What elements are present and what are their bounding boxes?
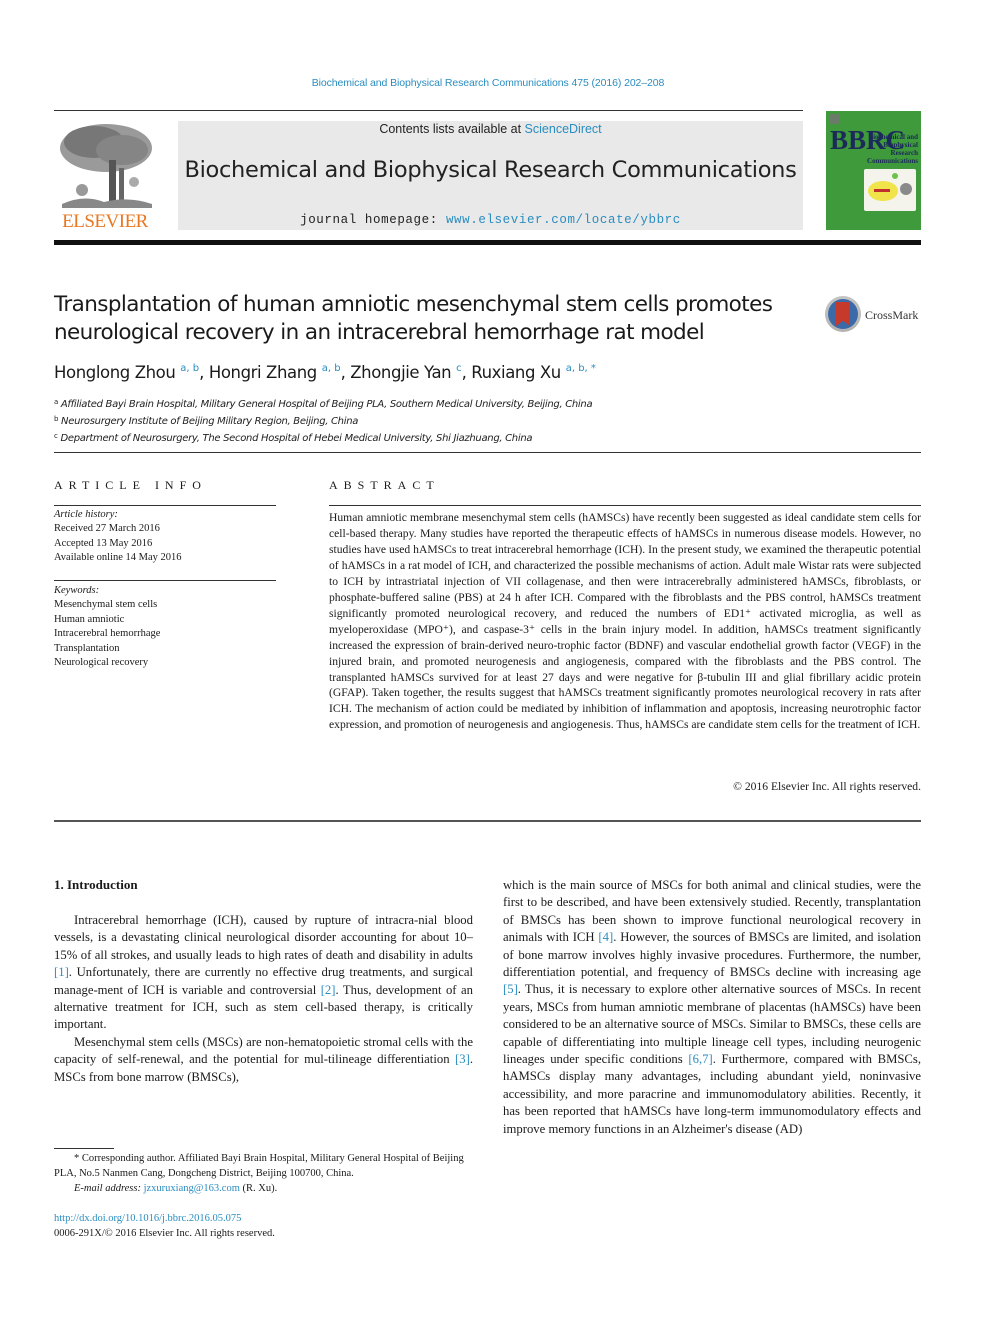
author-affiliation-marker[interactable]: c xyxy=(456,363,462,374)
crossmark-label: CrossMark xyxy=(865,308,919,322)
author-affiliation-marker[interactable]: a, b xyxy=(180,363,199,374)
affiliation-key: a xyxy=(54,398,58,406)
keyword-item: Transplantation xyxy=(54,642,120,654)
affiliation-item: c Department of Neurosurgery, The Second… xyxy=(54,429,592,446)
cover-squiggle-shape xyxy=(874,189,890,192)
journal-homepage-line: journal homepage: www.elsevier.com/locat… xyxy=(178,213,803,227)
article-title: Transplantation of human amniotic mesenc… xyxy=(54,292,773,345)
section-heading-introduction: 1. Introduction xyxy=(54,877,138,892)
crossmark-icon xyxy=(825,296,861,332)
abstract-rule xyxy=(329,505,921,506)
header-top-rule xyxy=(54,110,803,111)
author-name[interactable]: Hongri Zhang xyxy=(209,363,317,382)
cover-title-line: Communications xyxy=(867,157,918,165)
cover-title-line: Biophysical xyxy=(883,141,918,149)
affiliation-item: a Affiliated Bayi Brain Hospital, Milita… xyxy=(54,395,593,412)
doi-link[interactable]: http://dx.doi.org/10.1016/j.bbrc.2016.05… xyxy=(54,1213,241,1224)
email-suffix: (R. Xu). xyxy=(239,1183,278,1194)
affiliation-text: Affiliated Bayi Brain Hospital, Military… xyxy=(60,399,593,410)
citation-link[interactable]: [5] xyxy=(503,982,518,996)
corresponding-author-note: * Corresponding author. Affiliated Bayi … xyxy=(54,1153,464,1179)
body-paragraph: Intracerebral hemorrhage (ICH), caused b… xyxy=(54,912,473,1034)
footnote-rule xyxy=(54,1148,114,1149)
email-label: E-mail address: xyxy=(74,1183,144,1194)
journal-citation-link[interactable]: Biochemical and Biophysical Research Com… xyxy=(0,77,976,89)
cover-title: Biochemical and Biophysical Research Com… xyxy=(858,133,918,165)
body-paragraph: Mesenchymal stem cells (MSCs) are non-he… xyxy=(54,1034,473,1086)
cover-bbrc-letters: BBRC xyxy=(830,125,906,155)
cover-dot-shape xyxy=(892,173,898,179)
keyword-item: Mesenchymal stem cells xyxy=(54,599,158,611)
cover-title-line: Research xyxy=(890,149,918,157)
journal-homepage-link[interactable]: www.elsevier.com/locate/ybbrc xyxy=(446,213,681,227)
sciencedirect-link[interactable]: ScienceDirect xyxy=(525,122,602,136)
journal-cover-thumbnail[interactable]: BBRC Biochemical and Biophysical Researc… xyxy=(826,111,921,230)
keywords-rule xyxy=(54,580,276,581)
body-paragraph: which is the main source of MSCs for bot… xyxy=(503,877,921,1138)
email-note: E-mail address: jzxuruxiang@163.com (R. … xyxy=(54,1181,474,1196)
author-list: Honglong Zhou a, b, Hongri Zhang a, b, Z… xyxy=(54,363,596,382)
citation-link[interactable]: [4] xyxy=(598,930,613,944)
doi-block: http://dx.doi.org/10.1016/j.bbrc.2016.05… xyxy=(54,1211,275,1241)
cover-title-line: Biochemical and xyxy=(868,133,918,141)
body-text: Intracerebral hemorrhage (ICH), caused b… xyxy=(54,913,473,962)
cover-illustration xyxy=(864,169,916,211)
elsevier-wordmark: ELSEVIER xyxy=(62,211,148,232)
affiliation-key: c xyxy=(54,432,58,440)
body-right-column: which is the main source of MSCs for bot… xyxy=(503,877,921,1138)
contents-prefix: Contents lists available at xyxy=(379,122,525,136)
affiliation-key: b xyxy=(54,415,59,423)
history-received: Received 27 March 2016 xyxy=(54,523,160,535)
crossmark-button[interactable]: CrossMark xyxy=(825,296,925,334)
article-history-label: Article history: xyxy=(54,509,118,520)
body-text: Mesenchymal stem cells (MSCs) are non-he… xyxy=(54,1034,473,1067)
journal-name: Biochemical and Biophysical Research Com… xyxy=(184,157,797,183)
contents-line: Contents lists available at ScienceDirec… xyxy=(178,122,803,136)
issn-copyright: 0006-291X/© 2016 Elsevier Inc. All right… xyxy=(54,1228,275,1239)
keyword-item: Neurological recovery xyxy=(54,657,149,669)
history-online: Available online 14 May 2016 xyxy=(54,552,182,564)
author-affiliation-marker[interactable]: a, b xyxy=(322,363,341,374)
citation-link[interactable]: [6,7] xyxy=(688,1052,712,1066)
elsevier-tree-icon xyxy=(54,120,156,210)
elsevier-logo[interactable]: ELSEVIER xyxy=(54,120,156,232)
history-accepted: Accepted 13 May 2016 xyxy=(54,537,153,549)
article-info-heading: ARTICLE INFO xyxy=(54,478,207,492)
affiliation-text: Neurosurgery Institute of Beijing Milita… xyxy=(61,416,359,427)
email-link[interactable]: jzxuruxiang@163.com xyxy=(144,1183,240,1194)
homepage-prefix: journal homepage: xyxy=(300,213,446,227)
author-name[interactable]: Zhongjie Yan xyxy=(350,363,451,382)
affiliation-item: b Neurosurgery Institute of Beijing Mili… xyxy=(54,412,592,429)
cover-elsevier-icon xyxy=(830,114,840,124)
citation-link[interactable]: [1] xyxy=(54,965,69,979)
affiliation-text: Department of Neurosurgery, The Second H… xyxy=(60,433,533,444)
author-name[interactable]: Honglong Zhou xyxy=(54,363,176,382)
abstract-heading: ABSTRACT xyxy=(329,478,440,492)
cover-sphere-shape xyxy=(900,183,912,195)
journal-masthead: Contents lists available at ScienceDirec… xyxy=(178,121,803,230)
article-info-rule xyxy=(54,505,276,506)
body-left-column: Intracerebral hemorrhage (ICH), caused b… xyxy=(54,912,473,1086)
citation-link[interactable]: [2] xyxy=(321,983,336,997)
citation-link[interactable]: [3] xyxy=(455,1052,470,1066)
keyword-item: Intracerebral hemorrhage xyxy=(54,628,161,640)
keywords-label: Keywords: xyxy=(54,585,100,596)
header-thick-rule xyxy=(54,240,921,245)
footnotes: * Corresponding author. Affiliated Bayi … xyxy=(54,1151,474,1196)
abstract-bottom-rule xyxy=(54,820,921,822)
author-name[interactable]: Ruxiang Xu xyxy=(471,363,561,382)
abstract-copyright: © 2016 Elsevier Inc. All rights reserved… xyxy=(733,780,921,793)
section-divider xyxy=(54,452,921,453)
author-affiliation-marker[interactable]: a, b, * xyxy=(566,363,596,374)
abstract-text: Human amniotic membrane mesenchymal stem… xyxy=(329,511,921,732)
affiliation-list: a Affiliated Bayi Brain Hospital, Milita… xyxy=(54,395,593,446)
article-history: Article history: Received 27 March 2016 … xyxy=(54,508,276,566)
keyword-item: Human amniotic xyxy=(54,613,125,625)
keywords-block: Keywords: Mesenchymal stem cells Human a… xyxy=(54,584,276,670)
